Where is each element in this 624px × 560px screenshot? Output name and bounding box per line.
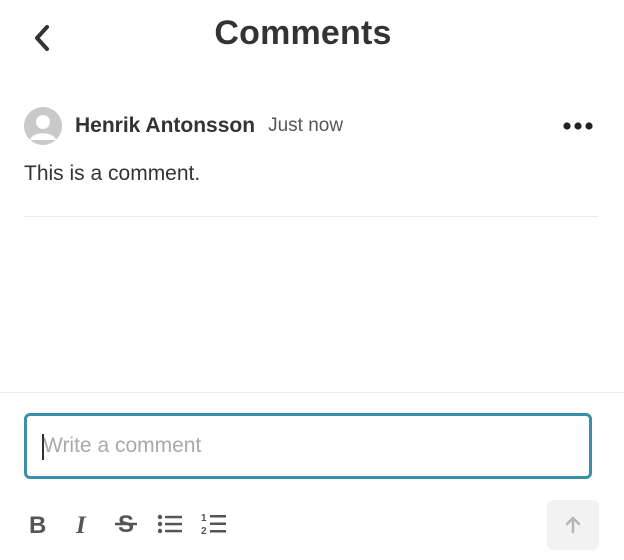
text-cursor xyxy=(42,434,44,460)
bulleted-list-icon xyxy=(157,514,182,534)
comment-item: Henrik Antonsson Just now This is a comm… xyxy=(24,104,598,186)
formatting-toolbar: B I S 1 2 xyxy=(24,506,244,542)
strikethrough-icon: S xyxy=(115,511,137,537)
comment-timestamp: Just now xyxy=(268,115,344,136)
svg-text:I: I xyxy=(75,512,87,536)
comment-divider xyxy=(24,216,598,217)
strikethrough-button[interactable]: S xyxy=(112,506,140,542)
bulleted-list-button[interactable] xyxy=(156,506,184,542)
arrow-up-icon xyxy=(565,516,581,534)
comment-body: This is a comment. xyxy=(24,162,201,185)
italic-icon: I xyxy=(75,512,87,536)
send-button[interactable] xyxy=(547,500,599,550)
comment-input[interactable] xyxy=(24,413,592,479)
comment-header: Henrik Antonsson Just now xyxy=(24,104,598,148)
more-horizontal-icon xyxy=(563,122,593,130)
svg-text:B: B xyxy=(29,512,46,536)
svg-text:1: 1 xyxy=(201,513,207,524)
more-options-button[interactable] xyxy=(560,112,596,140)
numbered-list-button[interactable]: 1 2 xyxy=(200,506,228,542)
numbered-list-icon: 1 2 xyxy=(201,513,226,536)
avatar xyxy=(24,107,62,145)
user-avatar-icon xyxy=(24,107,62,145)
composer-divider xyxy=(0,392,624,393)
italic-button[interactable]: I xyxy=(68,506,96,542)
comments-screen: Comments Henrik Antonsson Just now This … xyxy=(0,0,624,560)
svg-text:2: 2 xyxy=(201,526,207,536)
comment-author: Henrik Antonsson xyxy=(75,114,256,137)
header: Comments xyxy=(0,0,624,76)
bold-button[interactable]: B xyxy=(24,506,52,542)
page-title: Comments xyxy=(214,14,392,52)
bold-icon: B xyxy=(29,512,46,536)
